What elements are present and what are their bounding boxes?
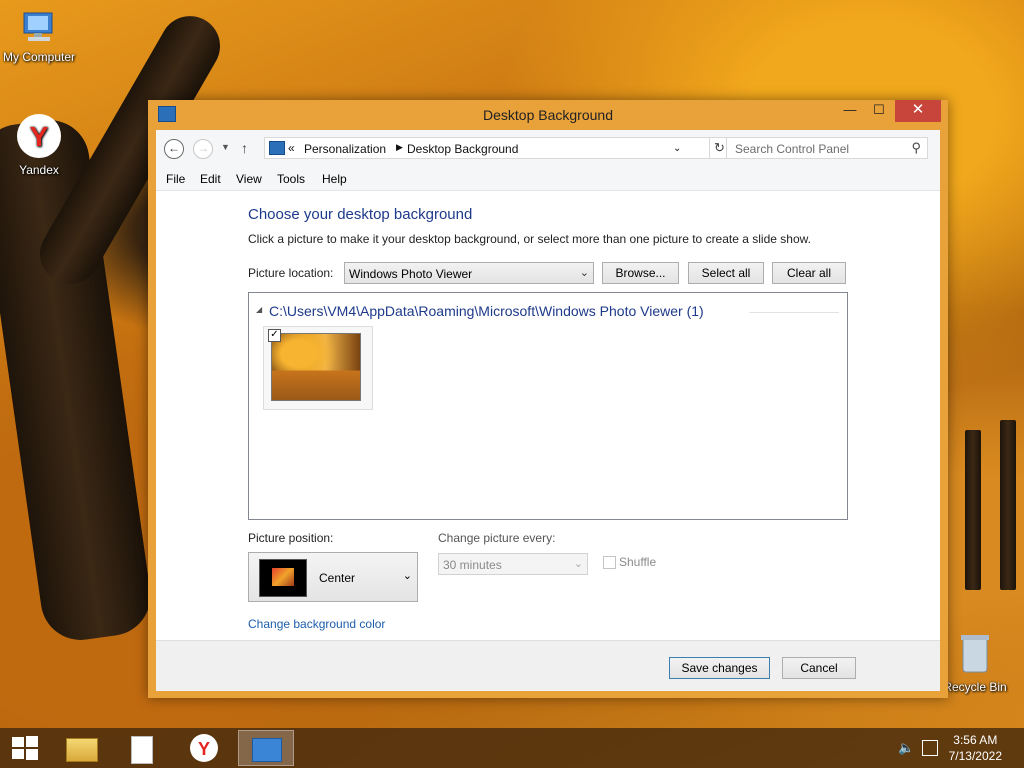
desktop-icon-recycle-bin[interactable]: Recycle Bin: [937, 632, 1013, 694]
picture-group-header[interactable]: C:\Users\VM4\AppData\Roaming\Microsoft\W…: [269, 303, 704, 319]
collapse-group-icon[interactable]: ◢: [256, 305, 262, 314]
start-button[interactable]: [12, 736, 38, 760]
menu-help[interactable]: Help: [322, 172, 347, 186]
taskbar-clock[interactable]: 3:56 AM 7/13/2022: [949, 732, 1002, 764]
shuffle-label: Shuffle: [619, 555, 657, 569]
shuffle-checkbox: [603, 556, 616, 569]
svg-text:Y: Y: [30, 121, 49, 152]
menu-view[interactable]: View: [236, 172, 262, 186]
picture-position-label: Picture position:: [248, 531, 334, 545]
navigation-bar: ← → ▼ ↑ « Personalization ▶ Desktop Back…: [156, 130, 940, 168]
change-picture-every-value: 30 minutes: [443, 558, 502, 572]
breadcrumb-separator-icon: ▶: [396, 142, 403, 152]
back-button[interactable]: ←: [164, 139, 184, 159]
clock-time: 3:56 AM: [953, 733, 998, 747]
recycle-bin-icon: [958, 632, 992, 676]
browse-button[interactable]: Browse...: [602, 262, 679, 284]
change-background-color-link[interactable]: Change background color: [248, 617, 385, 631]
change-picture-every-select: 30 minutes ⌄: [438, 553, 588, 575]
desktop-background-window: Desktop Background — ☐ ✕ ← → ▼ ↑ « Perso…: [148, 100, 948, 698]
yandex-icon: Y: [190, 734, 218, 762]
menu-edit[interactable]: Edit: [200, 172, 221, 186]
computer-icon: [20, 10, 58, 46]
desktop-icon-my-computer[interactable]: My Computer: [1, 10, 77, 64]
clear-all-button[interactable]: Clear all: [772, 262, 846, 284]
svg-text:Y: Y: [198, 739, 210, 759]
taskbar-yandex[interactable]: Y: [177, 730, 233, 766]
page-description: Click a picture to make it your desktop …: [248, 232, 811, 246]
window-client-area: ← → ▼ ↑ « Personalization ▶ Desktop Back…: [156, 130, 940, 691]
picture-location-label: Picture location:: [248, 266, 334, 280]
search-icon[interactable]: ⚲: [911, 140, 921, 156]
minimize-button[interactable]: —: [836, 100, 864, 122]
desktop-fence: [965, 430, 981, 590]
window-title: Desktop Background: [483, 107, 613, 123]
search-placeholder: Search Control Panel: [735, 142, 850, 156]
desktop-icon-label: Yandex: [19, 163, 59, 177]
menu-file[interactable]: File: [166, 172, 185, 186]
group-divider: [749, 312, 839, 313]
network-icon[interactable]: [922, 740, 938, 756]
recent-locations-dropdown-icon[interactable]: ▼: [221, 142, 230, 152]
windows-logo-icon: [12, 736, 38, 760]
folder-icon: [66, 738, 98, 762]
taskbar-document[interactable]: [115, 730, 171, 766]
chevron-down-icon: ⌄: [402, 570, 412, 582]
desktop-icon-label: My Computer: [2, 50, 76, 64]
select-all-button[interactable]: Select all: [688, 262, 764, 284]
thumbnail-checkbox[interactable]: ✓: [268, 329, 281, 342]
page-title: Choose your desktop background: [248, 206, 473, 223]
picture-list: ◢ C:\Users\VM4\AppData\Roaming\Microsoft…: [248, 292, 848, 520]
save-changes-button[interactable]: Save changes: [669, 657, 770, 679]
picture-thumbnail-item[interactable]: ✓: [263, 326, 373, 410]
picture-location-value: Windows Photo Viewer: [349, 267, 473, 281]
maximize-button[interactable]: ☐: [865, 100, 893, 122]
address-bar[interactable]: « Personalization ▶ Desktop Background ⌄: [264, 137, 710, 159]
change-picture-every-label: Change picture every:: [438, 531, 556, 545]
search-input[interactable]: Search Control Panel ⚲: [726, 137, 928, 159]
autumn-picture-thumbnail[interactable]: [271, 333, 361, 401]
breadcrumb-desktop-background[interactable]: Desktop Background: [407, 142, 518, 156]
desktop-icon-label: Recycle Bin: [943, 680, 1007, 694]
breadcrumb-overflow[interactable]: «: [288, 141, 295, 155]
center-position-preview-icon: [259, 559, 307, 597]
cancel-button[interactable]: Cancel: [782, 657, 856, 679]
up-arrow-icon[interactable]: ↑: [241, 140, 248, 156]
control-panel-icon: [252, 738, 282, 762]
taskbar-file-explorer[interactable]: [54, 730, 110, 766]
close-button[interactable]: ✕: [895, 100, 941, 122]
desktop-fence: [1000, 420, 1016, 590]
document-icon: [131, 736, 153, 764]
clock-date: 7/13/2022: [948, 749, 1002, 763]
picture-position-select[interactable]: Center ⌄: [248, 552, 418, 602]
menu-bar: File Edit View Tools Help: [156, 168, 940, 191]
address-dropdown-icon[interactable]: ⌄: [673, 143, 681, 154]
menu-tools[interactable]: Tools: [277, 172, 305, 186]
chevron-down-icon: ⌄: [573, 558, 583, 570]
taskbar-control-panel[interactable]: [238, 730, 294, 766]
volume-muted-icon[interactable]: 🔈: [898, 740, 914, 756]
desktop-icon-yandex[interactable]: Y Yandex: [1, 113, 77, 177]
title-bar[interactable]: Desktop Background — ☐ ✕: [148, 100, 948, 130]
breadcrumb-personalization[interactable]: Personalization: [304, 142, 386, 156]
yandex-icon: Y: [16, 113, 62, 159]
picture-location-select[interactable]: Windows Photo Viewer ⌄: [344, 262, 594, 284]
dialog-footer: Save changes Cancel: [156, 640, 940, 691]
chevron-down-icon: ⌄: [579, 267, 589, 279]
picture-position-value: Center: [319, 571, 356, 585]
forward-button[interactable]: →: [193, 139, 213, 159]
taskbar: Y 🔈 3:56 AM 7/13/2022: [0, 728, 1024, 768]
control-panel-address-icon: [269, 141, 285, 155]
